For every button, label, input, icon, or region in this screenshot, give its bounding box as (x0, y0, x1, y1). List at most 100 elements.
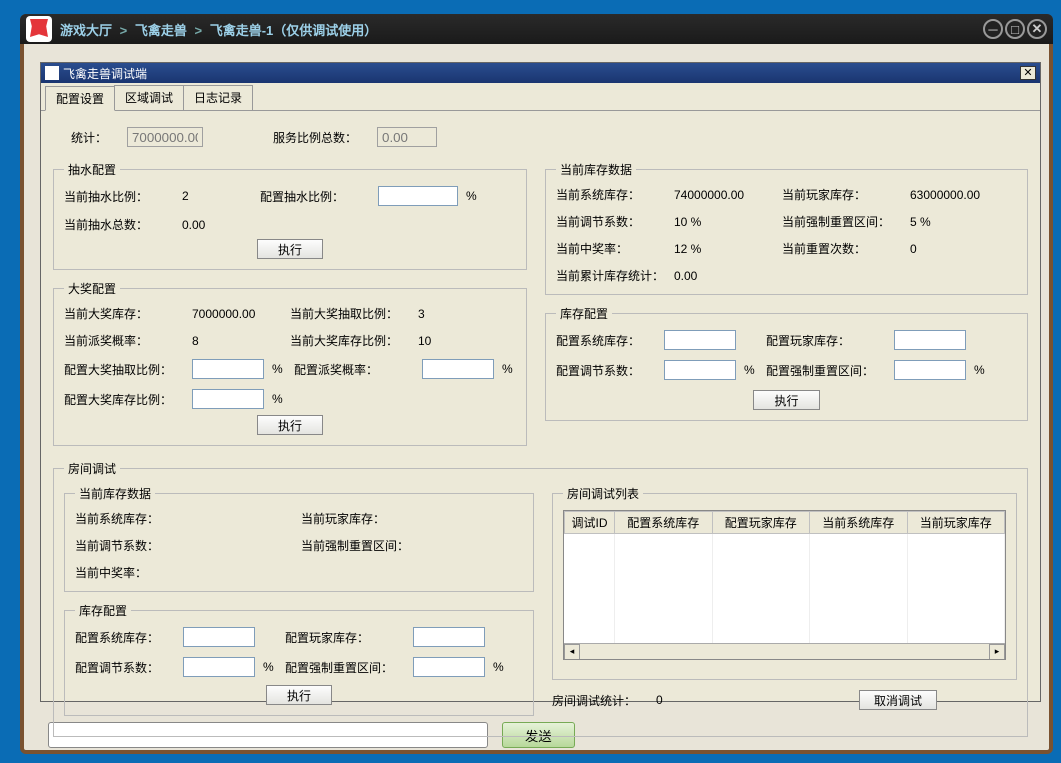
reset-count-value: 0 (910, 242, 1000, 256)
tab-log[interactable]: 日志记录 (183, 85, 253, 110)
win-rate-label: 当前中奖率： (556, 240, 666, 257)
col-cur-player-stock[interactable]: 当前玩家库存 (907, 512, 1005, 534)
scroll-left-icon[interactable]: ◂ (564, 644, 580, 660)
app-title-bar: 游戏大厅 > 飞禽走兽 > 飞禽走兽-1（仅供调试使用） ─ □ ✕ (20, 14, 1053, 44)
room-debug-legend: 房间调试 (64, 460, 120, 477)
cfg-draw-ratio-label: 配置大奖抽取比例： (64, 361, 184, 378)
cfg-draw-ratio-input[interactable] (378, 186, 458, 206)
dialog-title-text: 飞禽走兽调试端 (63, 65, 147, 82)
pct-label: % (272, 392, 286, 406)
col-debug-id[interactable]: 调试ID (565, 512, 615, 534)
scroll-right-icon[interactable]: ▸ (989, 644, 1005, 660)
breadcrumb-item[interactable]: 游戏大厅 (60, 23, 112, 38)
cum-stock-value: 0.00 (674, 269, 774, 283)
cfg-dispatch-prob-label: 配置派奖概率： (294, 361, 414, 378)
cur-prize-stock-ratio-label: 当前大奖库存比例： (290, 332, 410, 349)
cur-dispatch-prob-value: 8 (192, 334, 282, 348)
room-sys-stock-label: 当前系统库存： (75, 510, 185, 527)
cfg-sys-stock-label: 配置系统库存： (556, 332, 656, 349)
cfg-prize-stock-ratio-label: 配置大奖库存比例： (64, 391, 184, 408)
draw-config-execute-button[interactable]: 执行 (257, 239, 323, 259)
room-force-reset-label: 当前强制重置区间： (301, 537, 421, 554)
pct-label: % (272, 362, 286, 376)
cur-prize-stock-label: 当前大奖库存： (64, 305, 184, 322)
stat-label: 统计： (71, 129, 107, 146)
win-rate-value: 12 % (674, 242, 774, 256)
room-cfg-player-stock-input[interactable] (413, 627, 485, 647)
room-current-data-group: 当前库存数据 当前系统库存： 当前玩家库存： 当前调节系数： 当前强制重置区间：… (64, 485, 534, 592)
room-stock-config-legend: 库存配置 (75, 602, 131, 619)
room-win-rate-label: 当前中奖率： (75, 564, 185, 581)
stock-config-execute-button[interactable]: 执行 (753, 390, 819, 410)
pct-label: % (744, 363, 758, 377)
col-cfg-sys-stock[interactable]: 配置系统库存 (615, 512, 713, 534)
room-cfg-adj-coef-input[interactable] (183, 657, 255, 677)
cfg-draw-ratio-input[interactable] (192, 359, 264, 379)
cfg-player-stock-input[interactable] (894, 330, 966, 350)
room-stock-config-group: 库存配置 配置系统库存： 配置玩家库存： 配置调节系数： % 配置强制重置区间： (64, 602, 534, 716)
stat-value (127, 127, 203, 147)
prize-config-legend: 大奖配置 (64, 280, 120, 297)
room-cfg-force-reset-label: 配置强制重置区间： (285, 659, 405, 676)
app-logo-icon (26, 16, 52, 42)
cur-draw-ratio-value: 3 (418, 307, 458, 321)
h-scrollbar[interactable]: ◂ ▸ (564, 643, 1005, 659)
room-debug-stat-value: 0 (656, 693, 663, 707)
breadcrumb-item[interactable]: 飞禽走兽-1（仅供调试使用） (210, 23, 378, 38)
breadcrumb-sep: > (120, 23, 128, 38)
tab-config[interactable]: 配置设置 (45, 86, 115, 111)
sys-stock-value: 74000000.00 (674, 188, 774, 202)
room-stock-execute-button[interactable]: 执行 (266, 685, 332, 705)
draw-config-group: 抽水配置 当前抽水比例： 2 配置抽水比例： % 当前抽水总数： 0.00 执行 (53, 161, 527, 270)
table-row[interactable] (565, 566, 1005, 582)
room-debug-stat-label: 房间调试统计： (552, 692, 636, 709)
table-row[interactable] (565, 534, 1005, 550)
room-cfg-force-reset-input[interactable] (413, 657, 485, 677)
close-button[interactable]: ✕ (1027, 19, 1047, 39)
cancel-debug-button[interactable]: 取消调试 (859, 690, 937, 710)
maximize-button[interactable]: □ (1005, 19, 1025, 39)
adj-coef-label: 当前调节系数： (556, 213, 666, 230)
pct-label: % (466, 189, 480, 203)
player-stock-label: 当前玩家库存： (782, 186, 902, 203)
dialog-body: 统计： 服务比例总数： 抽水配置 当前抽水比例： 2 配置抽水比例： % 当前抽… (41, 111, 1040, 763)
dialog-close-button[interactable]: ✕ (1020, 66, 1036, 80)
table-row[interactable] (565, 614, 1005, 630)
minimize-button[interactable]: ─ (983, 19, 1003, 39)
cur-draw-ratio-label: 当前抽水比例： (64, 188, 174, 205)
tab-area-debug[interactable]: 区域调试 (114, 85, 184, 110)
room-cfg-sys-stock-input[interactable] (183, 627, 255, 647)
cur-prize-stock-ratio-value: 10 (418, 334, 458, 348)
room-adj-coef-label: 当前调节系数： (75, 537, 185, 554)
col-cfg-player-stock[interactable]: 配置玩家库存 (712, 512, 810, 534)
cfg-draw-ratio-label: 配置抽水比例： (260, 188, 370, 205)
table-row[interactable] (565, 550, 1005, 566)
force-reset-label: 当前强制重置区间： (782, 213, 902, 230)
table-row[interactable] (565, 598, 1005, 614)
debug-dialog: 飞禽走兽调试端 ✕ 配置设置 区域调试 日志记录 统计： 服务比例总数： 抽水配… (40, 62, 1041, 702)
table-row[interactable] (565, 582, 1005, 598)
force-reset-value: 5 % (910, 215, 1000, 229)
cur-prize-stock-value: 7000000.00 (192, 307, 282, 321)
breadcrumb-sep: > (195, 23, 203, 38)
cur-draw-ratio-label: 当前大奖抽取比例： (290, 305, 410, 322)
room-debug-group: 房间调试 当前库存数据 当前系统库存： 当前玩家库存： 当前调节系数： 当前强制… (53, 460, 1028, 737)
room-debug-table[interactable]: 调试ID 配置系统库存 配置玩家库存 当前系统库存 当前玩家库存 (563, 510, 1006, 660)
col-cur-sys-stock[interactable]: 当前系统库存 (810, 512, 908, 534)
cfg-prize-stock-ratio-input[interactable] (192, 389, 264, 409)
pct-label: % (502, 362, 516, 376)
cfg-adj-coef-input[interactable] (664, 360, 736, 380)
dialog-title-bar[interactable]: 飞禽走兽调试端 ✕ (41, 63, 1040, 83)
room-debug-list-group: 房间调试列表 调试ID 配置系统库存 配置玩家库存 当前系统库存 当前玩家库存 (552, 485, 1017, 680)
reset-count-label: 当前重置次数： (782, 240, 902, 257)
cfg-dispatch-prob-input[interactable] (422, 359, 494, 379)
cur-draw-total-value: 0.00 (182, 218, 252, 232)
breadcrumb-item[interactable]: 飞禽走兽 (135, 23, 187, 38)
cfg-sys-stock-input[interactable] (664, 330, 736, 350)
cfg-adj-coef-label: 配置调节系数： (556, 362, 656, 379)
stock-config-group: 库存配置 配置系统库存： 配置玩家库存： 配置调节系数： % 配置强制重置区间： (545, 305, 1028, 421)
room-debug-list-legend: 房间调试列表 (563, 485, 643, 502)
cfg-force-reset-input[interactable] (894, 360, 966, 380)
prize-config-execute-button[interactable]: 执行 (257, 415, 323, 435)
pct-label: % (493, 660, 507, 674)
